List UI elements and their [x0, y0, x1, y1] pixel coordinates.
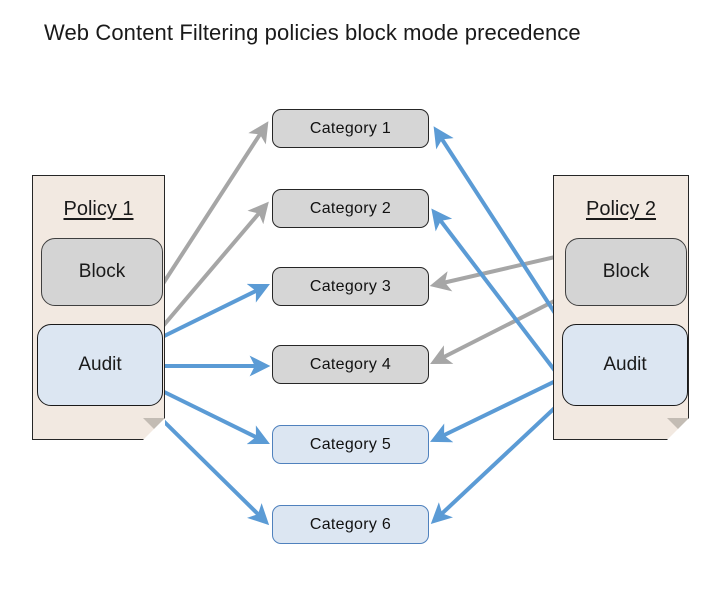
- policy-2-audit-box[interactable]: Audit: [562, 324, 688, 406]
- category-chip-4[interactable]: Category 4: [272, 345, 429, 384]
- category-2-label: Category 2: [309, 199, 392, 217]
- category-5-label: Category 5: [309, 435, 392, 453]
- policy-2-audit-label: Audit: [603, 354, 647, 375]
- policy-card-1[interactable]: Policy 1 Block Audit: [32, 175, 165, 440]
- category-chip-6[interactable]: Category 6: [272, 505, 429, 544]
- connector-policy-1-block-to-category-1: [153, 121, 269, 298]
- policy-1-block-box[interactable]: Block: [41, 238, 163, 306]
- policy-1-block-label: Block: [78, 261, 126, 282]
- category-4-label: Category 4: [309, 355, 392, 373]
- page-title: Web Content Filtering policies block mod…: [44, 20, 581, 45]
- policy-2-block-label: Block: [602, 261, 650, 282]
- category-6-label: Category 6: [309, 515, 392, 533]
- policy-1-fold-cut-icon: [143, 418, 165, 440]
- category-chip-3[interactable]: Category 3: [272, 267, 429, 306]
- connector-policy-1-audit-to-category-5: [149, 383, 270, 445]
- policy-card-2[interactable]: Policy 2 Block Audit: [553, 175, 689, 440]
- policy-2-fold-cut-icon: [667, 418, 689, 440]
- connector-policy-2-audit-to-category-5: [430, 373, 569, 443]
- policy-1-audit-box[interactable]: Audit: [37, 324, 163, 406]
- connector-policy-2-audit-to-category-2: [431, 208, 564, 382]
- category-chip-5[interactable]: Category 5: [272, 425, 429, 464]
- category-3-label: Category 3: [309, 277, 392, 295]
- connector-policy-2-block-to-category-4: [430, 292, 569, 364]
- connector-policy-1-audit-to-category-3: [151, 283, 270, 344]
- connector-policy-1-block-to-category-2: [150, 201, 269, 341]
- category-1-label: Category 1: [309, 119, 392, 137]
- policy-2-title: Policy 2: [585, 198, 657, 220]
- policy-1-audit-label: Audit: [78, 354, 122, 375]
- category-chip-1[interactable]: Category 1: [272, 109, 429, 148]
- connector-policy-2-block-to-category-3: [429, 252, 569, 292]
- category-chip-2[interactable]: Category 2: [272, 189, 429, 228]
- policy-1-title: Policy 1: [63, 198, 134, 220]
- policy-2-block-box[interactable]: Block: [565, 238, 687, 306]
- diagram-canvas: Web Content Filtering policies block mod…: [0, 0, 714, 598]
